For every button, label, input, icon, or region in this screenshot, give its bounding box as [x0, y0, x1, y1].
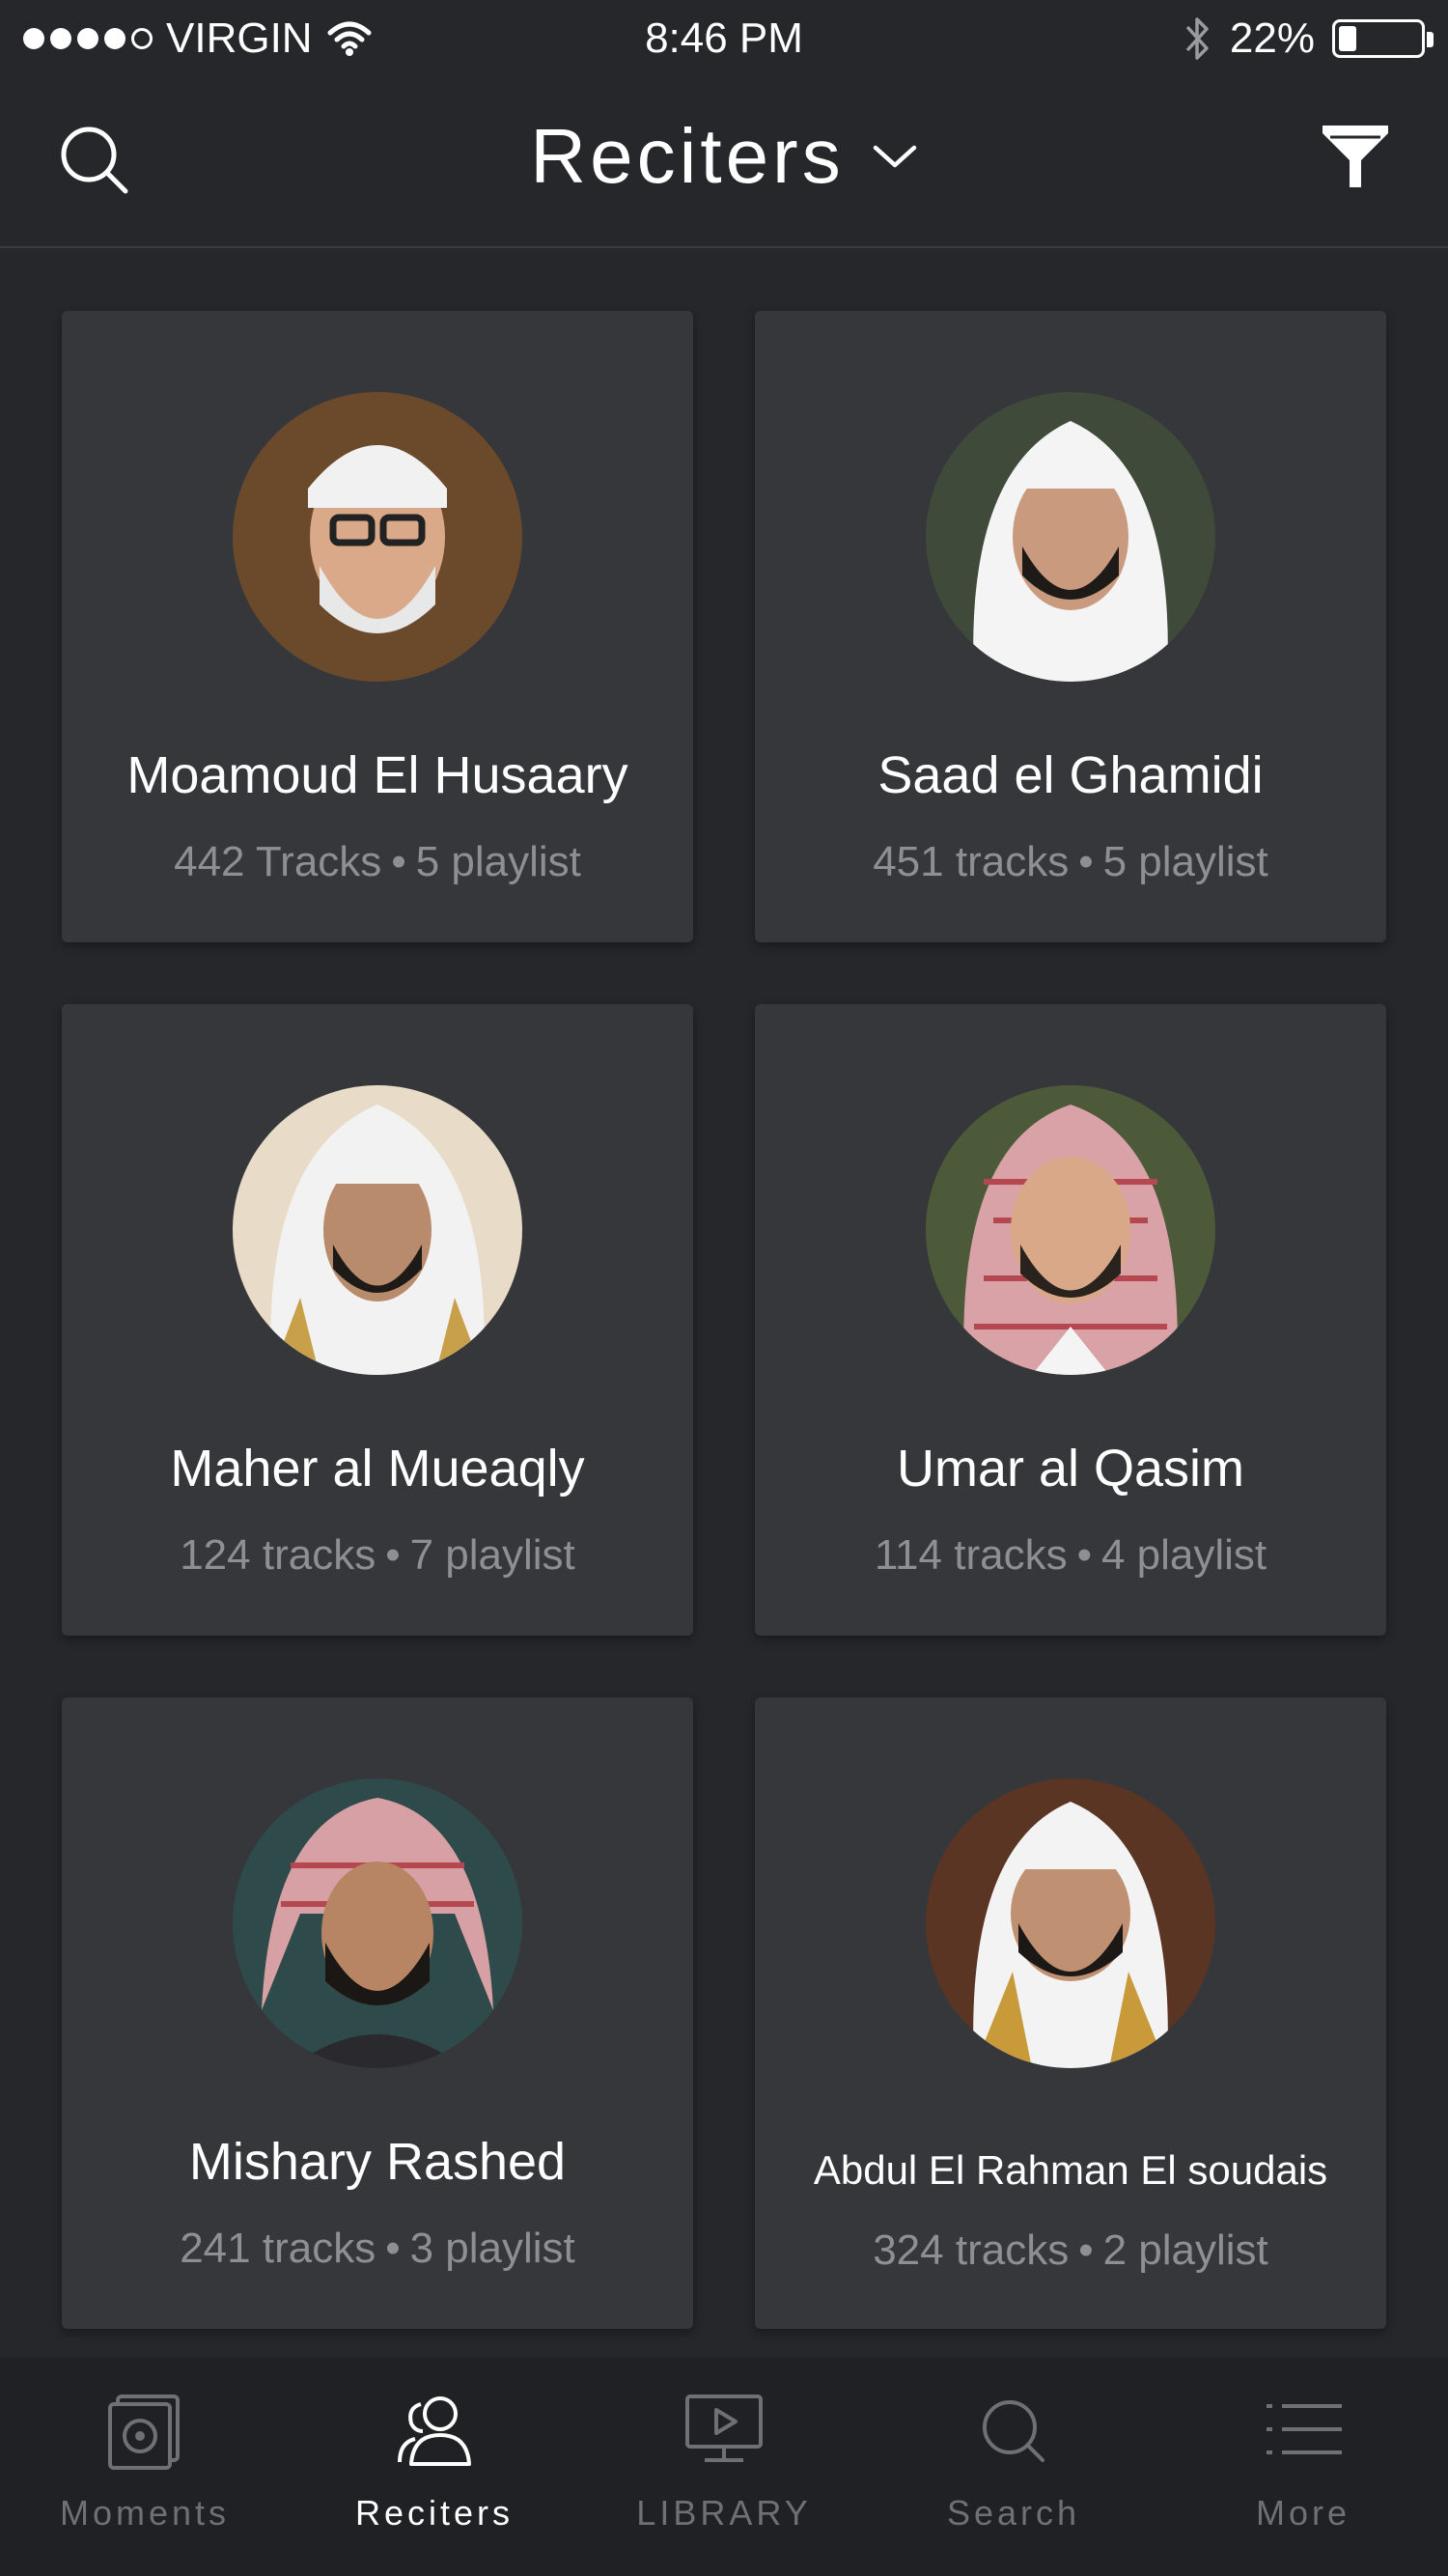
tab-label: Moments	[59, 2493, 231, 2533]
battery-icon	[1332, 19, 1434, 58]
reciter-avatar	[233, 392, 522, 682]
reciter-name: Maher al Mueaqly	[170, 1440, 585, 1498]
tab-label: Search	[946, 2493, 1081, 2533]
reciter-name: Moamoud El Husaary	[126, 746, 628, 804]
reciter-name: Umar al Qasim	[896, 1440, 1245, 1498]
reciter-portrait	[233, 1085, 522, 1375]
carrier-label: VIRGIN	[166, 14, 313, 62]
reciter-avatar	[233, 1778, 522, 2068]
reciter-name: Abdul El Rahman El soudais	[813, 2147, 1328, 2193]
reciter-card[interactable]: Moamoud El Husaary 442 Tracks • 5 playlist	[62, 311, 693, 942]
page-title: Reciters	[530, 113, 845, 199]
reciter-name: Saad el Ghamidi	[877, 746, 1264, 804]
moments-icon	[108, 2394, 180, 2470]
reciter-card[interactable]: Saad el Ghamidi 451 tracks • 5 playlist	[755, 311, 1386, 942]
reciter-avatar	[926, 392, 1215, 682]
status-left: VIRGIN	[23, 14, 373, 63]
reciter-avatar	[926, 1778, 1215, 2068]
reciter-stats: 124 tracks • 7 playlist	[180, 1531, 575, 1580]
tab-reciters[interactable]: Reciters	[290, 2358, 579, 2576]
chevron-down-icon	[873, 145, 916, 168]
track-count: 451 tracks	[873, 838, 1070, 885]
reciter-stats: 241 tracks • 3 playlist	[180, 2225, 575, 2273]
reciters-icon	[398, 2396, 471, 2466]
reciter-avatar	[926, 1085, 1215, 1375]
tab-bar: Moments Reciters LIBRARY Search More	[0, 2358, 1448, 2576]
stats-separator: •	[385, 1531, 401, 1579]
track-count: 114 tracks	[874, 1531, 1068, 1579]
tab-label: More	[1255, 2493, 1351, 2533]
header: Reciters	[0, 77, 1448, 248]
page-title-dropdown[interactable]: Reciters	[0, 112, 1448, 201]
stats-separator: •	[1078, 838, 1094, 885]
reciter-portrait	[926, 1778, 1215, 2068]
playlist-count: 5 playlist	[415, 838, 581, 885]
battery-level	[1339, 26, 1357, 51]
reciter-name: Mishary Rashed	[188, 2133, 567, 2191]
track-count: 442 Tracks	[174, 838, 382, 885]
reciter-stats: 442 Tracks • 5 playlist	[174, 838, 581, 886]
reciter-card[interactable]: Abdul El Rahman El soudais 324 tracks • 2 …	[755, 1697, 1386, 2329]
reciter-portrait	[233, 392, 522, 682]
track-count: 241 tracks	[180, 2225, 376, 2272]
tab-label: Reciters	[354, 2493, 515, 2533]
more-icon	[1267, 2404, 1342, 2454]
filter-icon[interactable]	[1317, 118, 1394, 195]
tab-moments[interactable]: Moments	[0, 2358, 290, 2576]
tab-search[interactable]: Search	[869, 2358, 1158, 2576]
playlist-count: 5 playlist	[1102, 838, 1268, 885]
stats-separator: •	[1078, 2226, 1094, 2274]
library-icon	[685, 2394, 763, 2462]
track-count: 324 tracks	[873, 2226, 1070, 2274]
reciter-portrait	[926, 1085, 1215, 1375]
track-count: 124 tracks	[180, 1531, 376, 1579]
playlist-count: 2 playlist	[1102, 2226, 1268, 2274]
reciter-card[interactable]: Maher al Mueaqly 124 tracks • 7 playlist	[62, 1004, 693, 1636]
reciter-card[interactable]: Umar al Qasim 114 tracks • 4 playlist	[755, 1004, 1386, 1636]
search-icon	[983, 2400, 1044, 2462]
reciter-stats: 451 tracks • 5 playlist	[873, 838, 1268, 886]
tab-library[interactable]: LIBRARY	[579, 2358, 869, 2576]
tab-more[interactable]: More	[1158, 2358, 1448, 2576]
status-bar: VIRGIN 8:46 PM 22%	[0, 0, 1448, 77]
stats-separator: •	[1076, 1531, 1092, 1579]
tab-label: LIBRARY	[636, 2493, 812, 2533]
playlist-count: 4 playlist	[1100, 1531, 1267, 1579]
reciters-grid: Moamoud El Husaary 442 Tracks • 5 playlist…	[62, 311, 1386, 2329]
battery-percent: 22%	[1229, 14, 1315, 62]
stats-separator: •	[385, 2225, 401, 2272]
wifi-icon	[327, 21, 372, 56]
reciter-portrait	[926, 392, 1215, 682]
status-right: 22%	[1183, 14, 1434, 64]
playlist-count: 3 playlist	[409, 2225, 575, 2272]
reciter-card[interactable]: Mishary Rashed 241 tracks • 3 playlist	[62, 1697, 693, 2329]
reciter-portrait	[233, 1778, 522, 2068]
reciter-stats: 114 tracks • 4 playlist	[875, 1531, 1267, 1580]
playlist-count: 7 playlist	[409, 1531, 575, 1579]
stats-separator: •	[391, 838, 406, 885]
reciter-stats: 324 tracks • 2 playlist	[873, 2226, 1268, 2275]
reciter-avatar	[233, 1085, 522, 1375]
bluetooth-icon	[1185, 17, 1209, 60]
signal-strength-icon	[23, 28, 153, 49]
